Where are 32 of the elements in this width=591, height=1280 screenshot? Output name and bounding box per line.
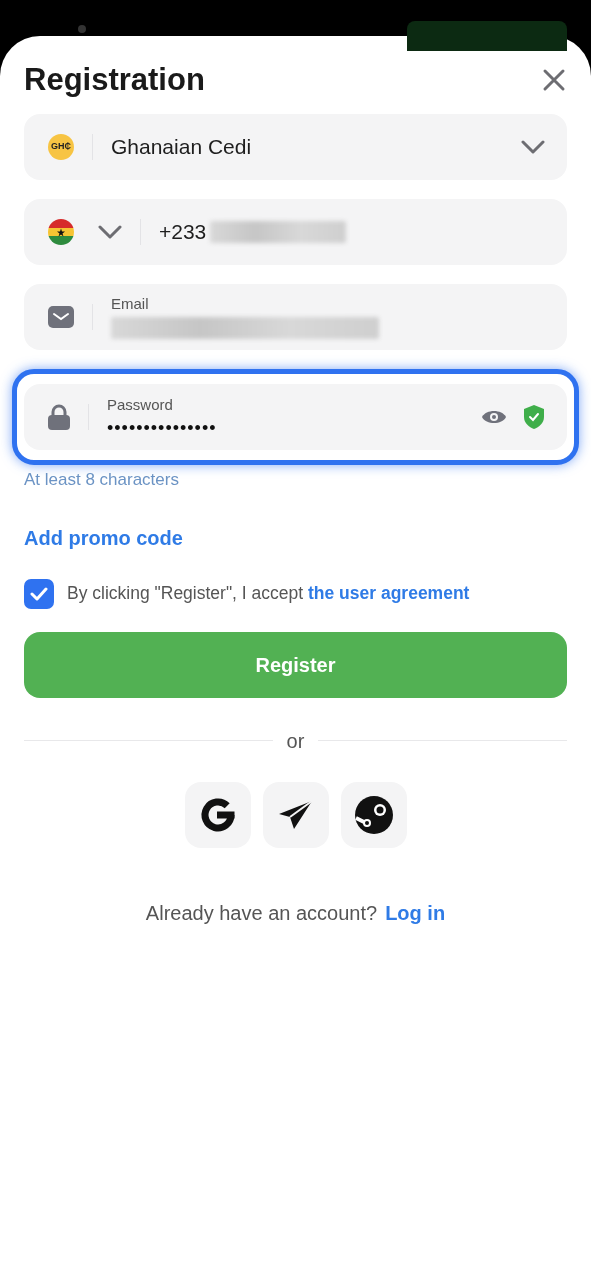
login-prompt-text: Already have an account? bbox=[145, 901, 378, 924]
paper-plane-button[interactable] bbox=[262, 781, 329, 848]
dialog-title: Registration bbox=[24, 61, 205, 99]
mail-icon bbox=[48, 306, 74, 328]
chevron-down-icon bbox=[521, 140, 545, 154]
flag-icon bbox=[48, 219, 74, 245]
agreement-checkbox[interactable] bbox=[24, 578, 54, 609]
password-field[interactable]: Password ••••••••••••••• bbox=[24, 384, 567, 450]
user-agreement-link[interactable]: the user agreement bbox=[308, 583, 470, 604]
divider-text: or bbox=[286, 728, 305, 754]
eye-icon[interactable] bbox=[481, 408, 507, 426]
hint-text: At least 8 characters bbox=[24, 469, 180, 491]
password-label: Password bbox=[107, 396, 173, 414]
camera-dot bbox=[78, 25, 86, 33]
steam-button[interactable] bbox=[340, 781, 407, 848]
agreement-text: By clicking "Register", I accept the user agreement bbox=[67, 582, 470, 606]
lock-icon bbox=[48, 404, 70, 430]
close-button[interactable] bbox=[541, 67, 567, 93]
email-label: Email bbox=[111, 295, 149, 313]
phone-code: +233 bbox=[159, 219, 207, 246]
phone-field[interactable]: +233 bbox=[24, 199, 567, 265]
steam-icon bbox=[353, 794, 394, 835]
currency-field[interactable]: GH₵ Ghanaian Cedi bbox=[24, 114, 567, 180]
currency-badge: GH₵ bbox=[48, 134, 74, 160]
chevron-down-icon bbox=[98, 225, 122, 239]
currency-value: Ghanaian Cedi bbox=[111, 134, 253, 161]
promo-code-link[interactable]: Add promo code bbox=[24, 526, 183, 549]
check-icon bbox=[30, 586, 48, 601]
password-value: ••••••••••••••• bbox=[107, 418, 217, 438]
email-field[interactable]: Email bbox=[24, 284, 567, 350]
login-link[interactable]: Log in bbox=[385, 901, 446, 924]
google-button[interactable] bbox=[184, 781, 251, 848]
